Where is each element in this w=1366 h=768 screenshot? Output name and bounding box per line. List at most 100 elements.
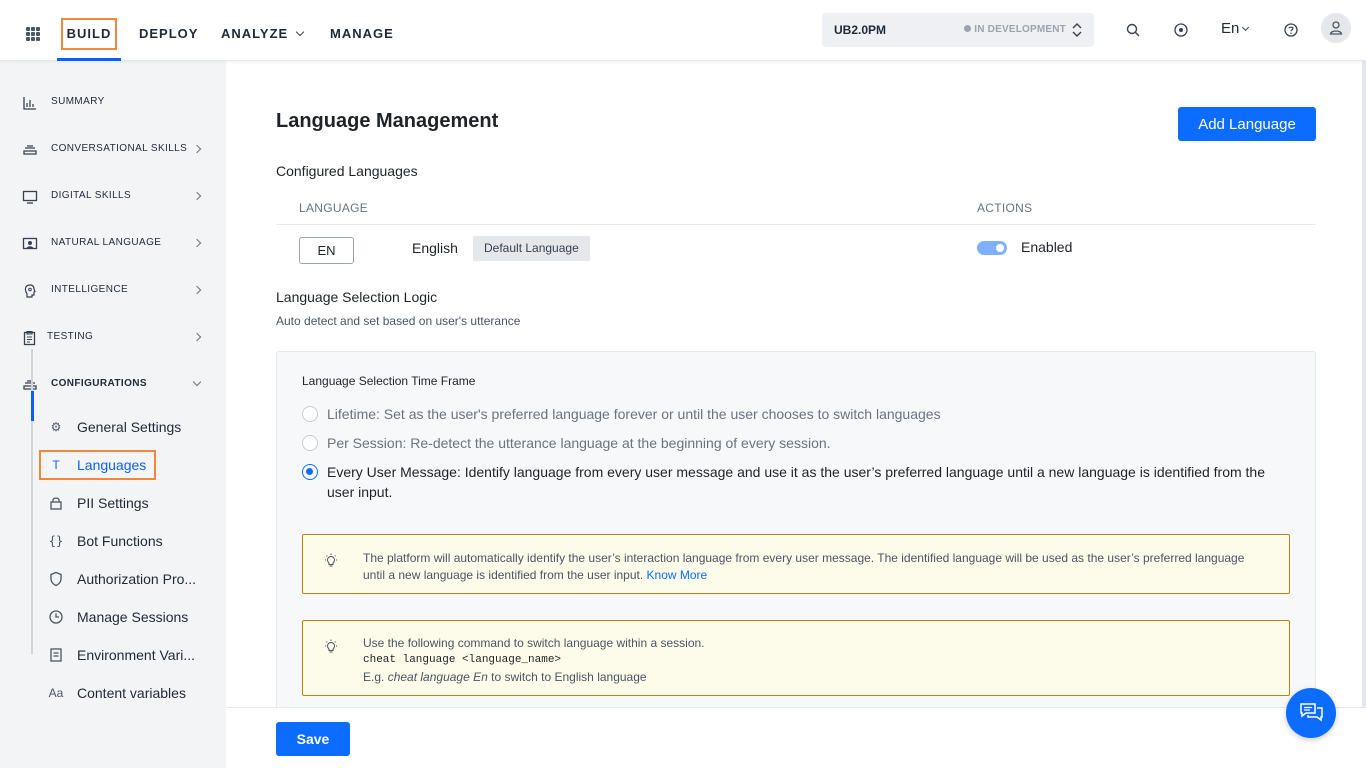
sidebar-item-intelligence[interactable]: INTELLIGENCE [0,276,226,306]
language-code-tag: EN [299,237,354,264]
page-title: Language Management [276,110,499,132]
language-selection-logic-subtitle: Auto detect and set based on user's utte… [276,314,521,328]
main-scrollbar[interactable] [1362,61,1366,707]
sidebar-item-label: NATURAL LANGUAGE [51,237,162,248]
environment-selector[interactable]: UB2.0PM IN DEVELOPMENT [822,13,1094,47]
sidebar-item-conversational-skills[interactable]: CONVERSATIONAL SKILLS [0,135,226,165]
sidebar-item-natural-language[interactable]: NATURAL LANGUAGE [0,229,226,259]
toggle-knob [996,244,1004,252]
chevron-down-icon [192,377,202,387]
info-box-auto-detect: The platform will automatically identify… [302,534,1290,594]
sidebar-subitem-label: Environment Vari... [77,647,196,663]
option-label: Lifetime: Set as the user's preferred la… [327,406,941,422]
option-label: Every User Message: Identify language fr… [327,464,1266,500]
chevron-right-icon [192,191,202,201]
font-icon: Aa [48,686,64,700]
sidebar-subitem-pii-settings[interactable]: PII Settings [40,488,220,518]
sidebar-subitem-label: Content variables [77,685,186,701]
chevron-down-icon [295,27,305,37]
sidebar-subitem-label: Languages [77,457,147,473]
env-status: IN DEVELOPMENT [964,13,1066,47]
sidebar-item-label: SUMMARY [51,96,105,107]
search-icon[interactable] [1125,22,1141,38]
command-syntax: cheat language <language_name> [363,654,562,666]
sidebar-subitem-label: General Settings [77,419,182,435]
sidebar-subitem-authorization-profiles[interactable]: Authorization Pro... [40,564,220,594]
sidebar-item-digital-skills[interactable]: DIGITAL SKILLS [0,182,226,212]
command-example: E.g. cheat language En to switch to Engl… [363,669,1268,686]
sidebar-subitem-languages[interactable]: T Languages [39,450,156,480]
language-switcher-label: En [1221,20,1240,37]
nav-deploy[interactable]: DEPLOY [139,18,198,50]
info-text-switch-command: Use the following command to switch lang… [363,635,1268,686]
info-text-auto-detect: The platform will automatically identify… [363,550,1268,584]
add-language-button[interactable]: Add Language [1178,107,1316,141]
clipboard-icon [23,330,36,346]
configured-languages-title: Configured Languages [276,163,418,179]
nlp-icon [22,237,38,250]
document-icon [50,648,62,662]
column-header-language: LANGUAGE [299,201,369,215]
text-icon: T [52,458,60,472]
sidebar-item-summary[interactable]: SUMMARY [0,88,226,118]
nav-analyze-label: ANALYZE [221,26,289,41]
time-frame-panel: Language Selection Time Frame Lifetime: … [276,351,1316,711]
sidebar-subitem-content-variables[interactable]: Aa Content variables [40,678,220,708]
help-icon[interactable] [1283,22,1299,38]
example-command: cheat language En [387,670,488,684]
target-icon[interactable] [1173,22,1189,38]
avatar[interactable] [1321,13,1351,43]
sidebar-subitem-environment-variables[interactable]: Environment Vari... [40,640,220,670]
sort-arrows-icon [1072,23,1082,37]
bar-chart-icon [23,97,36,110]
chat-bubbles-icon [1300,703,1323,722]
top-bar: BUILD DEPLOY ANALYZE MANAGE UB2.0PM IN D… [0,0,1366,61]
main-content: Language Management Add Language Configu… [226,61,1362,711]
sidebar-subitem-label: Authorization Pro... [77,571,197,587]
chevron-right-icon [192,238,202,248]
sidebar-subitem-manage-sessions[interactable]: Manage Sessions [40,602,220,632]
sidebar-subitem-bot-functions[interactable]: {} Bot Functions [40,526,220,556]
chevron-right-icon [192,144,202,154]
lock-icon [50,497,62,510]
app-grid-icon[interactable] [26,27,40,41]
language-status-label: Enabled [1021,239,1073,255]
braces-icon: {} [48,534,64,548]
chevron-right-icon [192,332,202,342]
sidebar-subitem-label: PII Settings [77,495,149,511]
column-header-actions: ACTIONS [977,201,1033,215]
time-frame-title: Language Selection Time Frame [302,374,476,388]
footer-bar: Save [226,707,1366,768]
submenu-active-indicator [31,391,34,421]
info-box-switch-command: Use the following command to switch lang… [302,620,1290,696]
sidebar-subitem-general-settings[interactable]: ⚙ General Settings [40,412,220,442]
nav-analyze[interactable]: ANALYZE [221,18,305,50]
env-status-label: IN DEVELOPMENT [974,24,1066,35]
clock-icon [49,610,63,624]
sidebar-item-label: INTELLIGENCE [51,284,129,295]
command-intro: Use the following command to switch lang… [363,636,705,650]
nav-build[interactable]: BUILD [61,18,117,50]
know-more-link[interactable]: Know More [647,568,708,582]
sidebar-item-label: DIGITAL SKILLS [51,190,132,201]
sidebar-item-label: TESTING [47,331,94,342]
gear-icon: ⚙ [50,420,62,434]
sidebar-item-testing[interactable]: TESTING [0,323,226,353]
radio-per-session[interactable] [302,435,318,451]
nav-manage[interactable]: MANAGE [330,18,394,50]
chevron-right-icon [192,285,202,295]
brain-icon [24,284,36,298]
sidebar-item-label: CONVERSATIONAL SKILLS [51,143,188,154]
language-switcher[interactable]: En [1221,20,1250,37]
layers-icon [23,380,37,390]
sidebar-item-label: CONFIGURATIONS [51,378,147,389]
layers-icon [23,145,37,155]
bot-name: UB2.0PM [834,23,887,37]
radio-lifetime[interactable] [302,406,318,422]
language-selection-logic-title: Language Selection Logic [276,289,438,305]
language-enabled-toggle[interactable] [977,241,1007,255]
language-name: English [412,240,458,256]
save-button[interactable]: Save [276,722,350,756]
radio-every-user-message[interactable] [302,464,318,480]
chat-assistant-button[interactable] [1286,688,1336,738]
